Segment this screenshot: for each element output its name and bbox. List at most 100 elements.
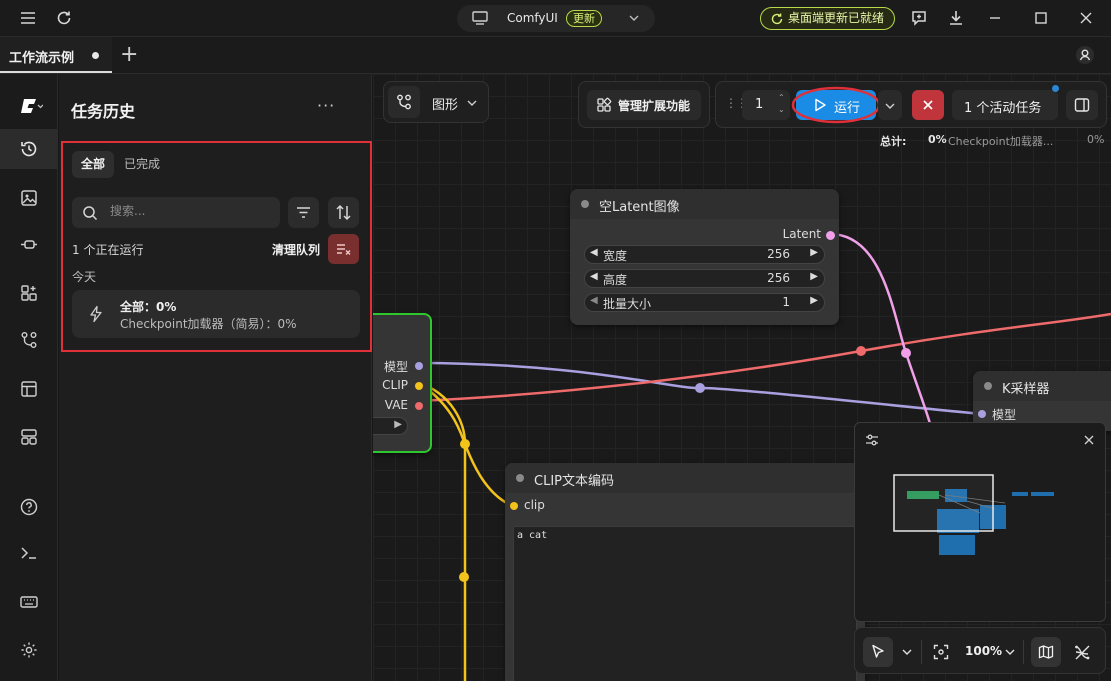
toggle-minimap-button[interactable] xyxy=(1031,637,1061,667)
desktop-update-button[interactable]: 桌面端更新已就绪 xyxy=(760,7,895,30)
tab-completed[interactable]: 已完成 xyxy=(115,151,169,178)
sidebar-item-keyboard[interactable] xyxy=(0,582,58,622)
current-node-percent: 0% xyxy=(1087,133,1105,146)
models-icon xyxy=(21,429,37,445)
sidebar-item-settings[interactable] xyxy=(0,630,58,670)
links-off-icon[interactable] xyxy=(1074,644,1091,661)
chevron-down-icon[interactable] xyxy=(902,648,912,656)
tab-all[interactable]: 全部 xyxy=(72,151,115,178)
run-options-button[interactable] xyxy=(878,90,902,120)
toggle-panel-button[interactable] xyxy=(1066,90,1098,120)
output-vae-port[interactable] xyxy=(415,402,423,410)
job-title: 全部：0% xyxy=(120,300,177,314)
sidebar-item-models[interactable] xyxy=(0,417,58,457)
decrement-arrow[interactable]: ◀ xyxy=(590,295,598,306)
filter-button[interactable] xyxy=(288,197,319,228)
decrement-arrow[interactable]: ◀ xyxy=(590,271,598,282)
search-input[interactable] xyxy=(110,204,270,218)
sidebar-item-history[interactable] xyxy=(0,129,58,169)
graph-mode-button[interactable] xyxy=(388,86,420,118)
node-clip-text-encode[interactable]: CLIP文本编码 clip a cat xyxy=(505,463,865,681)
node-empty-latent[interactable]: 空Latent图像 Latent ◀ 宽度 256 ▶ ◀ 高度 256 ▶ ◀… xyxy=(570,189,839,325)
cancel-run-button[interactable] xyxy=(912,90,944,120)
sidebar-item-images[interactable] xyxy=(0,178,58,218)
sidebar-item-extensions[interactable] xyxy=(0,273,58,313)
menu-icon[interactable] xyxy=(18,8,38,28)
node-header[interactable]: K采样器 xyxy=(973,371,1111,401)
width-widget[interactable]: ◀ 宽度 256 ▶ xyxy=(584,245,825,264)
comfy-menu-button[interactable] xyxy=(0,86,58,126)
sidebar-rail xyxy=(0,74,58,681)
close-icon[interactable] xyxy=(1076,8,1096,28)
lightning-icon xyxy=(90,305,102,323)
batch-count-stepper[interactable]: 1 ⌃ ⌄ xyxy=(742,90,790,120)
batch-count-value: 1 xyxy=(755,97,764,112)
chevron-down-icon[interactable] xyxy=(1005,648,1015,656)
update-badge[interactable]: 更新 xyxy=(566,10,602,27)
sidebar-item-templates[interactable] xyxy=(0,369,58,409)
checkpoint-name-widget[interactable]: ▶ xyxy=(373,417,408,435)
add-tab-button[interactable]: + xyxy=(120,42,138,67)
decrement-arrow[interactable]: ◀ xyxy=(590,247,598,258)
active-tasks-button[interactable]: 1 个活动任务 xyxy=(952,90,1058,120)
settings-icon xyxy=(21,642,37,658)
more-options-button[interactable]: ··· xyxy=(317,96,335,115)
height-widget[interactable]: ◀ 高度 256 ▶ xyxy=(584,269,825,288)
fit-view-icon[interactable] xyxy=(933,644,949,660)
node-collapse-dot[interactable] xyxy=(516,474,524,482)
graph-icon xyxy=(397,94,411,110)
increment-arrow[interactable]: ▶ xyxy=(810,295,818,306)
chevron-down-icon[interactable] xyxy=(629,14,639,22)
node-collapse-dot[interactable] xyxy=(984,382,992,390)
node-collapse-dot[interactable] xyxy=(581,200,589,208)
minimap-panel[interactable] xyxy=(854,422,1106,622)
queue-job-item[interactable]: 全部：0% Checkpoint加载器（简易）：0% xyxy=(72,290,360,338)
templates-icon xyxy=(21,381,37,397)
sort-button[interactable] xyxy=(328,197,359,228)
graph-canvas[interactable]: 图形 管理扩展功能 ⋮⋮ 1 ⌃ ⌄ 运行 1 个活动任务 总计: 0% Che… xyxy=(373,74,1111,681)
node-checkpoint-loader[interactable]: 模型 CLIP VAE ▶ xyxy=(373,313,432,453)
cursor-icon xyxy=(872,644,884,658)
graph-mode-label[interactable]: 图形 xyxy=(432,94,458,113)
sidebar-item-help[interactable] xyxy=(0,487,58,527)
current-node-progress: Checkpoint加载器... xyxy=(948,135,1054,148)
increment-arrow[interactable]: ▶ xyxy=(810,271,818,282)
app-switcher[interactable]: ComfyUI 更新 xyxy=(457,5,655,32)
sidebar-item-workflows[interactable] xyxy=(0,320,58,360)
workflows-icon xyxy=(21,332,37,348)
manage-extensions-button[interactable]: 管理扩展功能 xyxy=(587,90,701,120)
select-mode-button[interactable] xyxy=(863,637,893,667)
clear-queue-button[interactable] xyxy=(328,234,359,264)
minimize-icon[interactable] xyxy=(985,8,1005,28)
node-header[interactable]: CLIP文本编码 xyxy=(505,463,865,493)
prompt-textarea[interactable]: a cat xyxy=(513,526,857,681)
zoom-level[interactable]: 100% xyxy=(965,644,1002,658)
panel-toggle-icon xyxy=(1074,98,1090,112)
keyboard-icon xyxy=(20,596,38,608)
increment-arrow[interactable]: ▶ xyxy=(394,419,402,430)
maximize-icon[interactable] xyxy=(1031,8,1051,28)
widget-label: 高度 xyxy=(603,273,628,287)
queue-section: 全部 已完成 1 个正在运行 清理队列 今天 全部：0% Checkpoint加… xyxy=(61,141,372,352)
sidebar-item-nodes[interactable] xyxy=(0,224,58,264)
batch-size-widget[interactable]: ◀ 批量大小 1 ▶ xyxy=(584,293,825,312)
node-header[interactable]: 空Latent图像 xyxy=(570,189,839,219)
increment-arrow[interactable]: ▶ xyxy=(810,247,818,258)
input-clip-port[interactable] xyxy=(510,502,518,510)
history-icon xyxy=(21,141,37,157)
output-latent-port[interactable] xyxy=(826,231,835,240)
download-icon[interactable] xyxy=(946,8,966,28)
input-model-port[interactable] xyxy=(978,410,986,418)
output-clip-port[interactable] xyxy=(415,382,423,390)
stepper-arrows[interactable]: ⌃ ⌄ xyxy=(778,92,785,116)
widget-label: 宽度 xyxy=(603,249,628,263)
tab-workflow-example[interactable]: 工作流示例 xyxy=(0,37,112,73)
feedback-icon[interactable] xyxy=(909,8,929,28)
sidebar-item-terminal[interactable] xyxy=(0,533,58,573)
node-title: K采样器 xyxy=(1002,382,1050,397)
refresh-icon[interactable] xyxy=(54,8,74,28)
output-vae-label: VAE xyxy=(384,398,408,412)
output-model-port[interactable] xyxy=(415,362,423,370)
close-icon xyxy=(923,100,933,110)
user-icon[interactable] xyxy=(1075,45,1095,65)
